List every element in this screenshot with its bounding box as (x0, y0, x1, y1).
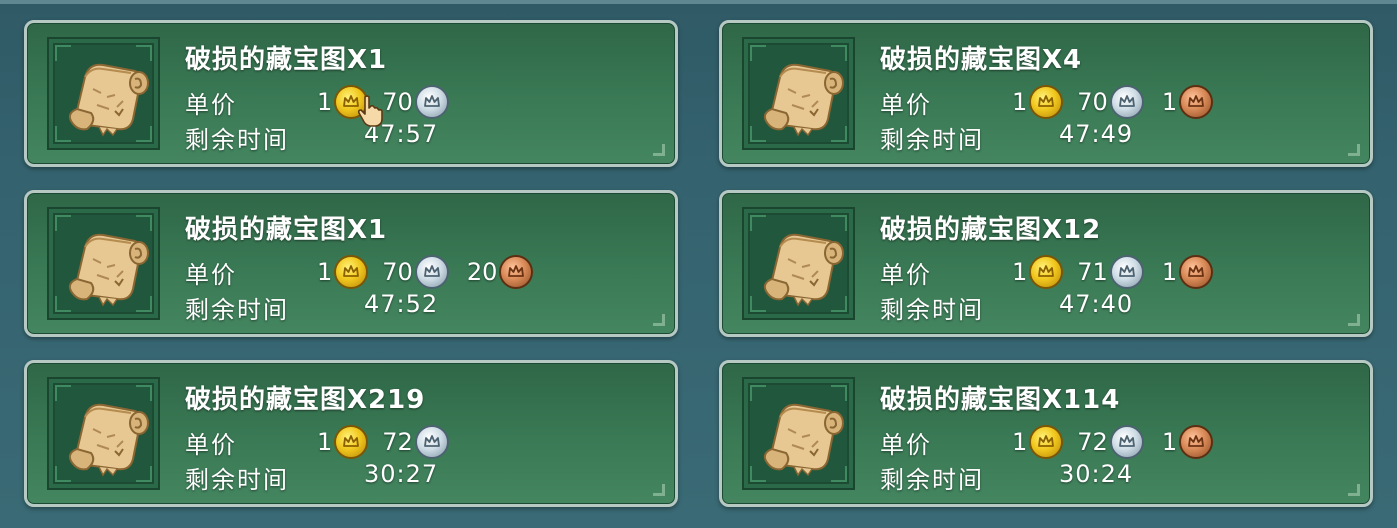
copper-coin-icon (1179, 85, 1214, 119)
corner-mark-icon (1344, 312, 1360, 326)
silver-amount: 71 (1077, 258, 1108, 286)
listing-card[interactable]: 破损的藏宝图X114 单价 1 72 1 剩余时间 30:24 (719, 360, 1373, 507)
corner-mark-icon (1344, 142, 1360, 156)
gold-coin-icon (1029, 425, 1064, 459)
gold-amount: 1 (1012, 88, 1028, 116)
item-title: 破损的藏宝图X12 (880, 215, 1102, 245)
price-row: 1 72 1 (1012, 425, 1227, 459)
time-remaining-label: 剩余时间 (185, 126, 289, 154)
item-icon-frame (742, 207, 855, 320)
time-remaining-value: 47:49 (1059, 120, 1134, 148)
listing-card[interactable]: 破损的藏宝图X1 单价 1 70 20 剩余时间 47:52 (24, 190, 678, 337)
item-icon-frame (47, 37, 160, 150)
gold-coin-icon (334, 255, 369, 289)
corner-mark-icon (649, 312, 665, 326)
silver-coin-icon (1109, 85, 1144, 119)
item-title: 破损的藏宝图X1 (185, 45, 388, 75)
unit-price-label: 单价 (185, 91, 237, 119)
time-remaining-value: 47:52 (364, 290, 439, 318)
gold-coin-icon (334, 425, 369, 459)
silver-coin-icon (1109, 425, 1144, 459)
item-icon-frame (47, 377, 160, 490)
item-title: 破损的藏宝图X219 (185, 385, 426, 415)
copper-coin-icon (499, 255, 534, 289)
listing-card[interactable]: 破损的藏宝图X12 单价 1 71 1 剩余时间 47:40 (719, 190, 1373, 337)
price-row: 1 70 1 (1012, 85, 1227, 119)
item-icon-frame (742, 377, 855, 490)
item-title: 破损的藏宝图X114 (880, 385, 1121, 415)
copper-coin-icon (1179, 425, 1214, 459)
unit-price-label: 单价 (880, 91, 932, 119)
gold-coin-icon (1029, 85, 1064, 119)
gold-amount: 1 (317, 428, 333, 456)
time-remaining-value: 30:24 (1059, 460, 1134, 488)
corner-mark-icon (649, 142, 665, 156)
gold-amount: 1 (317, 88, 333, 116)
unit-price-label: 单价 (185, 261, 237, 289)
gold-amount: 1 (317, 258, 333, 286)
top-divider (0, 0, 1397, 4)
price-row: 1 70 20 (317, 255, 547, 289)
item-title: 破损的藏宝图X1 (185, 215, 388, 245)
price-row: 1 72 (317, 425, 463, 459)
unit-price-label: 单价 (880, 261, 932, 289)
silver-amount: 70 (382, 88, 413, 116)
silver-coin-icon (1109, 255, 1144, 289)
unit-price-label: 单价 (880, 431, 932, 459)
item-icon-frame (47, 207, 160, 320)
listing-card[interactable]: 破损的藏宝图X1 单价 1 70 剩余时间 47:57 (24, 20, 678, 167)
gold-coin-icon (1029, 255, 1064, 289)
unit-price-label: 单价 (185, 431, 237, 459)
item-title: 破损的藏宝图X4 (880, 45, 1083, 75)
gold-amount: 1 (1012, 258, 1028, 286)
time-remaining-value: 47:40 (1059, 290, 1134, 318)
time-remaining-label: 剩余时间 (880, 466, 984, 494)
copper-amount: 1 (1161, 258, 1178, 286)
item-icon-frame (742, 37, 855, 150)
silver-coin-icon (414, 255, 449, 289)
copper-amount: 1 (1161, 88, 1178, 116)
price-row: 1 71 1 (1012, 255, 1227, 289)
silver-coin-icon (414, 85, 449, 119)
listing-card[interactable]: 破损的藏宝图X4 单价 1 70 1 剩余时间 47:49 (719, 20, 1373, 167)
silver-coin-icon (414, 425, 449, 459)
copper-amount: 1 (1161, 428, 1178, 456)
price-row: 1 70 (317, 85, 463, 119)
time-remaining-label: 剩余时间 (185, 296, 289, 324)
corner-mark-icon (1344, 482, 1360, 496)
silver-amount: 72 (1077, 428, 1108, 456)
silver-amount: 70 (1077, 88, 1108, 116)
gold-amount: 1 (1012, 428, 1028, 456)
silver-amount: 70 (382, 258, 413, 286)
copper-coin-icon (1179, 255, 1214, 289)
time-remaining-value: 30:27 (364, 460, 439, 488)
hand-pointer-cursor-icon (356, 94, 386, 132)
time-remaining-label: 剩余时间 (880, 296, 984, 324)
corner-mark-icon (649, 482, 665, 496)
time-remaining-label: 剩余时间 (880, 126, 984, 154)
listing-card[interactable]: 破损的藏宝图X219 单价 1 72 剩余时间 30:27 (24, 360, 678, 507)
copper-amount: 20 (466, 258, 498, 286)
time-remaining-label: 剩余时间 (185, 466, 289, 494)
silver-amount: 72 (382, 428, 413, 456)
